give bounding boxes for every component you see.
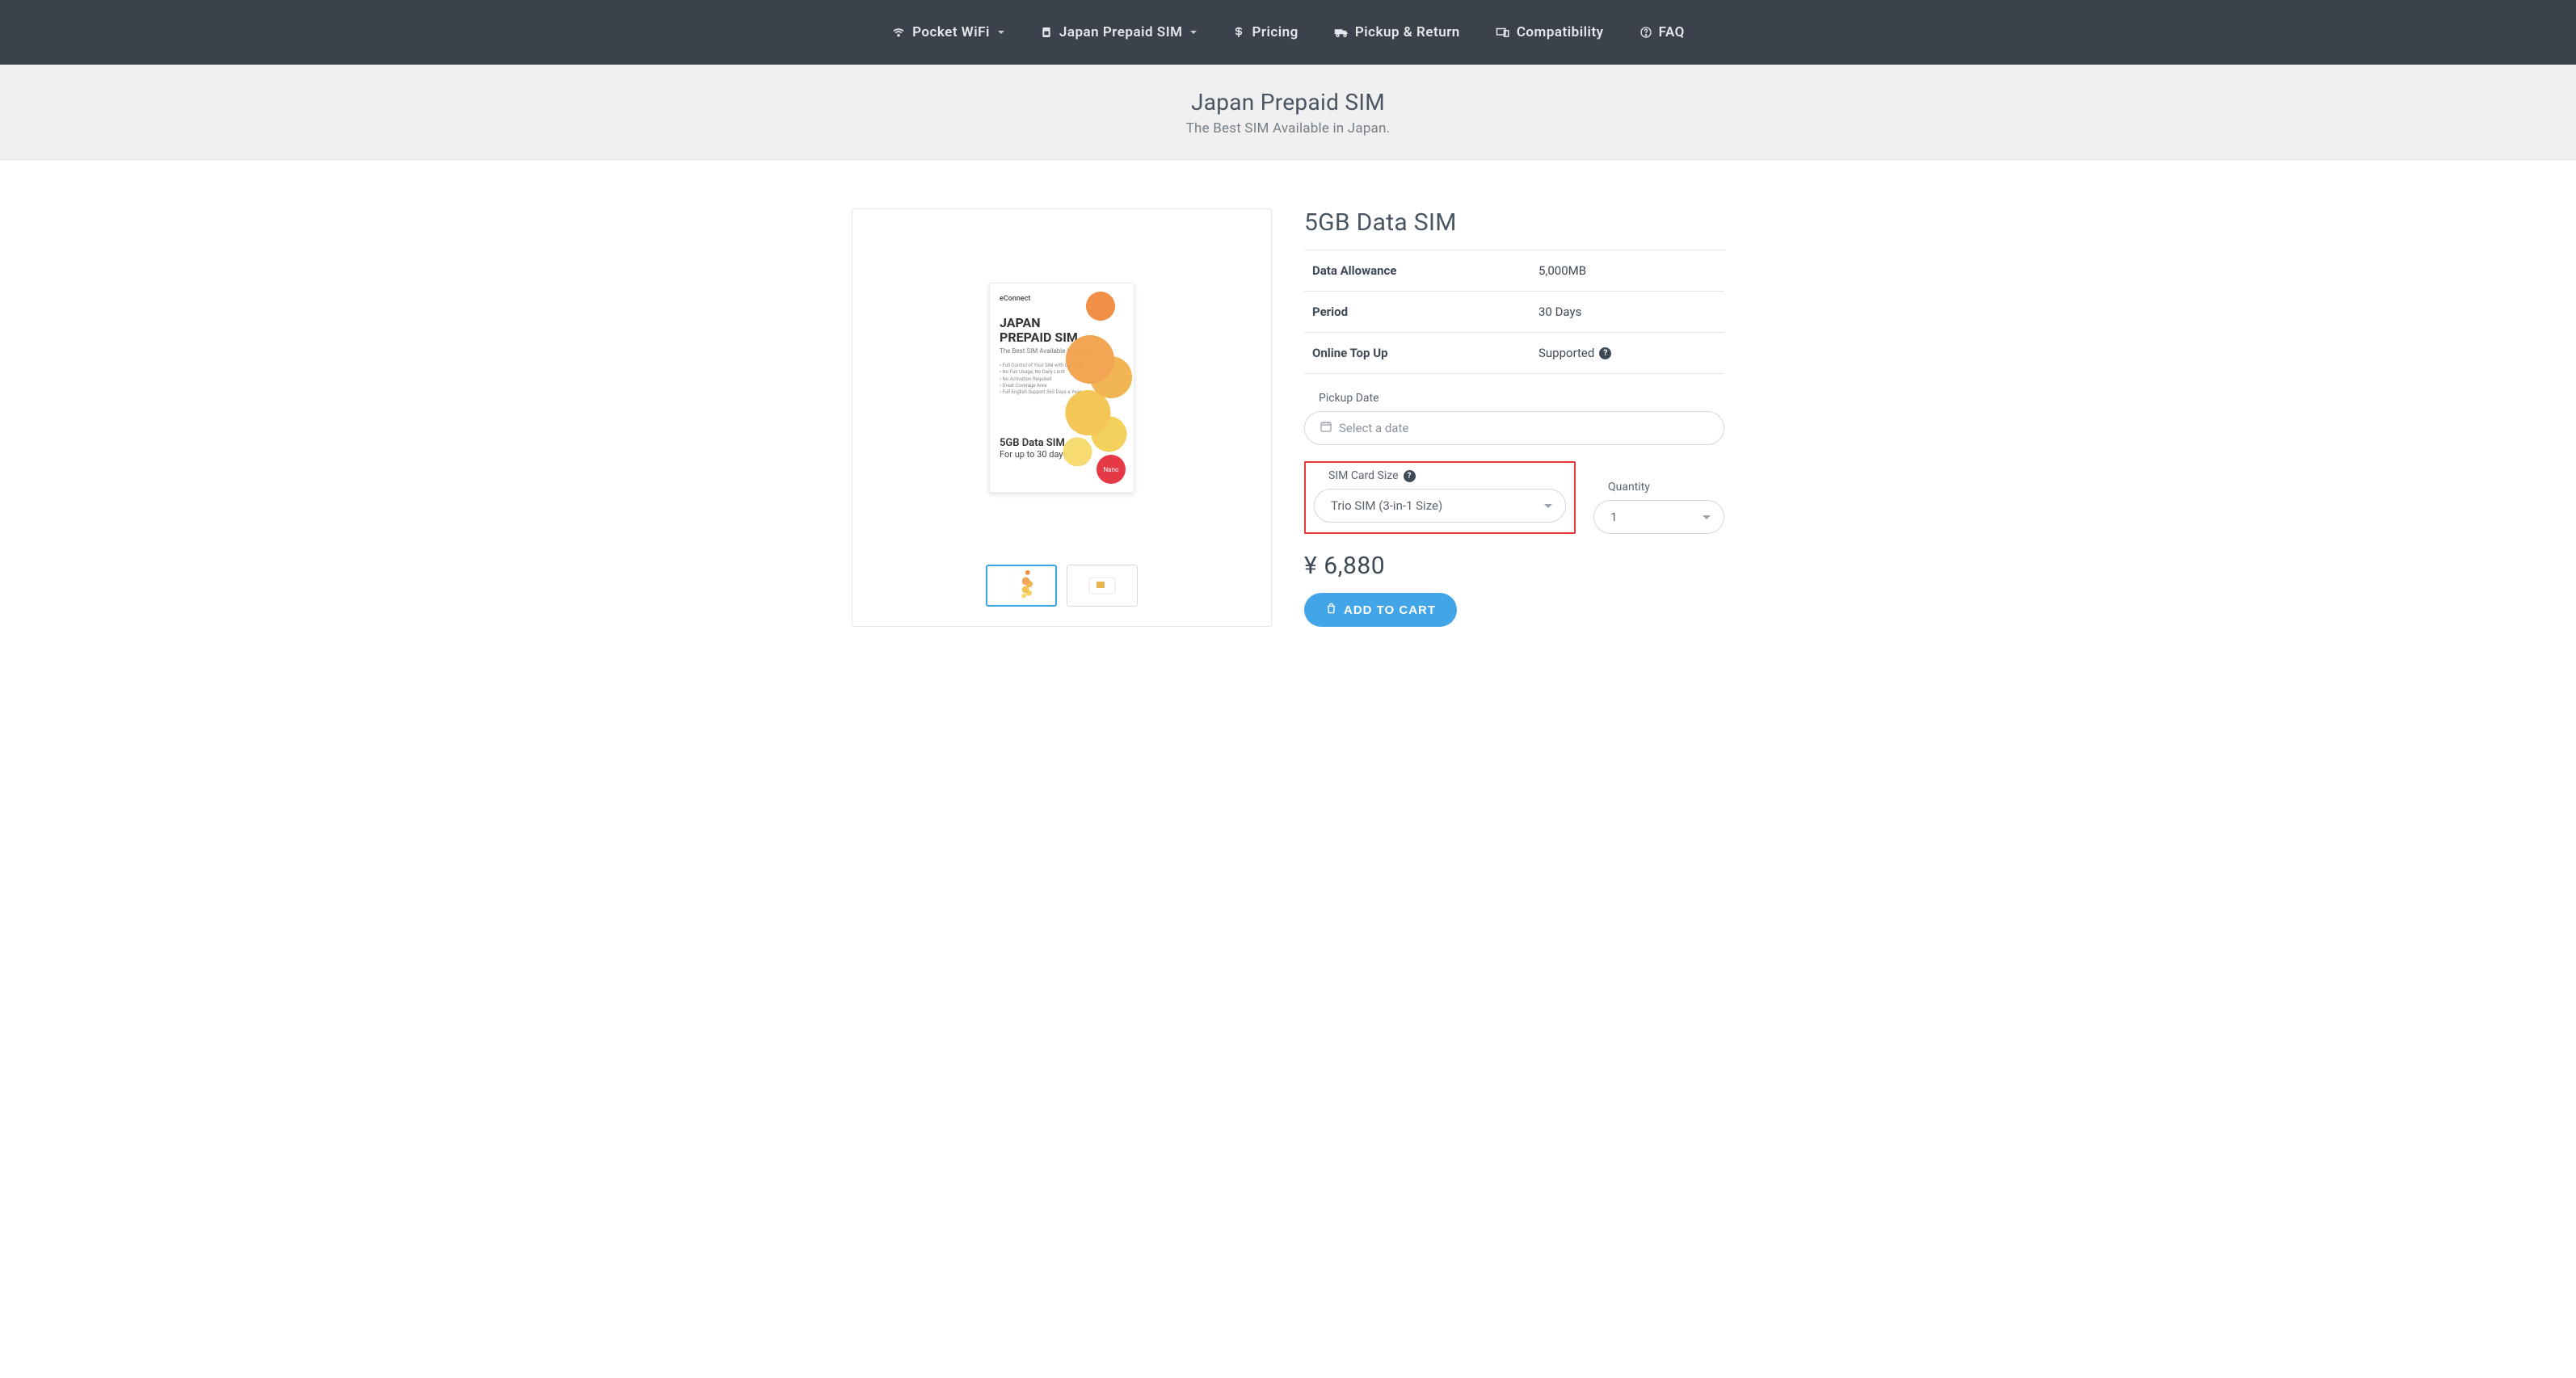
sim-size-value: Trio SIM (3-in-1 Size) bbox=[1331, 498, 1442, 513]
product-details: 5GB Data SIM Data Allowance 5,000MB Peri… bbox=[1304, 208, 1724, 627]
quantity-value: 1 bbox=[1610, 510, 1617, 524]
devices-icon bbox=[1496, 26, 1510, 39]
quantity-label: Quantity bbox=[1608, 481, 1724, 494]
nav-pricing[interactable]: Pricing bbox=[1232, 24, 1298, 40]
sim-size-highlight: SIM Card Size ? Trio SIM (3-in-1 Size) bbox=[1304, 461, 1576, 534]
nav-label: Pocket WiFi bbox=[912, 24, 990, 40]
calendar-icon bbox=[1320, 420, 1332, 436]
spec-table: Data Allowance 5,000MB Period 30 Days On… bbox=[1304, 250, 1724, 374]
truck-icon bbox=[1334, 26, 1349, 39]
thumbnail-2[interactable] bbox=[1067, 565, 1138, 607]
nav-faq[interactable]: FAQ bbox=[1639, 24, 1685, 40]
product-gallery: eConnect JAPAN PREPAID SIM The Best SIM … bbox=[852, 208, 1272, 627]
thumbnail-1[interactable] bbox=[986, 565, 1057, 607]
thumbnail-row bbox=[986, 565, 1138, 607]
pickup-date-input[interactable]: Select a date bbox=[1304, 411, 1724, 445]
chevron-down-icon bbox=[998, 31, 1004, 34]
nav-pocket-wifi[interactable]: Pocket WiFi bbox=[891, 24, 1004, 40]
spec-label: Online Top Up bbox=[1312, 346, 1538, 360]
price: ¥ 6,880 bbox=[1304, 552, 1724, 580]
sim-package-card: eConnect JAPAN PREPAID SIM The Best SIM … bbox=[989, 283, 1134, 493]
product-section: eConnect JAPAN PREPAID SIM The Best SIM … bbox=[844, 208, 1732, 627]
spec-value: 30 Days bbox=[1538, 305, 1581, 319]
sim-icon bbox=[1040, 26, 1053, 39]
spec-value: Supported ? bbox=[1538, 346, 1611, 360]
spec-label: Data Allowance bbox=[1312, 263, 1538, 278]
wifi-icon bbox=[891, 25, 906, 40]
spec-label: Period bbox=[1312, 305, 1538, 319]
sim-size-select[interactable]: Trio SIM (3-in-1 Size) bbox=[1314, 489, 1566, 523]
sim-size-label: SIM Card Size ? bbox=[1328, 469, 1566, 482]
order-form: Pickup Date Select a date SIM Card Size … bbox=[1304, 392, 1724, 627]
pickup-date-label: Pickup Date bbox=[1319, 392, 1724, 405]
product-title: 5GB Data SIM bbox=[1304, 208, 1724, 250]
spec-value: 5,000MB bbox=[1538, 263, 1586, 278]
chevron-down-icon bbox=[1544, 504, 1552, 508]
add-to-cart-button[interactable]: ADD TO CART bbox=[1304, 593, 1457, 627]
spec-row: Period 30 Days bbox=[1304, 292, 1724, 333]
page-hero: Japan Prepaid SIM The Best SIM Available… bbox=[0, 65, 2576, 160]
nav-label: Compatibility bbox=[1517, 24, 1604, 40]
bag-icon bbox=[1325, 603, 1337, 618]
nav-japan-sim[interactable]: Japan Prepaid SIM bbox=[1040, 24, 1198, 40]
add-to-cart-label: ADD TO CART bbox=[1344, 603, 1436, 617]
japan-map-graphic bbox=[1048, 288, 1134, 466]
spec-row: Online Top Up Supported ? bbox=[1304, 333, 1724, 374]
dollar-icon bbox=[1232, 26, 1245, 39]
quantity-block: Quantity 1 bbox=[1593, 481, 1724, 534]
nav-label: FAQ bbox=[1659, 24, 1685, 40]
nav-compatibility[interactable]: Compatibility bbox=[1496, 24, 1604, 40]
nav-pickup-return[interactable]: Pickup & Return bbox=[1334, 24, 1460, 40]
spec-row: Data Allowance 5,000MB bbox=[1304, 250, 1724, 292]
help-icon[interactable]: ? bbox=[1404, 470, 1416, 482]
quantity-select[interactable]: 1 bbox=[1593, 500, 1724, 534]
nav-label: Pricing bbox=[1252, 24, 1298, 40]
page-subtitle: The Best SIM Available in Japan. bbox=[0, 120, 2576, 137]
page-title: Japan Prepaid SIM bbox=[0, 89, 2576, 116]
product-image-main[interactable]: eConnect JAPAN PREPAID SIM The Best SIM … bbox=[989, 225, 1134, 550]
help-icon[interactable]: ? bbox=[1599, 347, 1611, 359]
nano-badge: Nano bbox=[1096, 455, 1126, 484]
nav-label: Japan Prepaid SIM bbox=[1059, 24, 1183, 40]
pickup-date-placeholder: Select a date bbox=[1339, 421, 1408, 435]
main-navbar: Pocket WiFi Japan Prepaid SIM Pricing Pi… bbox=[0, 0, 2576, 65]
spec-value-text: Supported bbox=[1538, 346, 1594, 360]
chevron-down-icon bbox=[1703, 515, 1711, 519]
chevron-down-icon bbox=[1190, 31, 1197, 34]
nav-label: Pickup & Return bbox=[1355, 24, 1460, 40]
help-icon bbox=[1639, 26, 1652, 39]
sim-size-label-text: SIM Card Size bbox=[1328, 469, 1399, 482]
